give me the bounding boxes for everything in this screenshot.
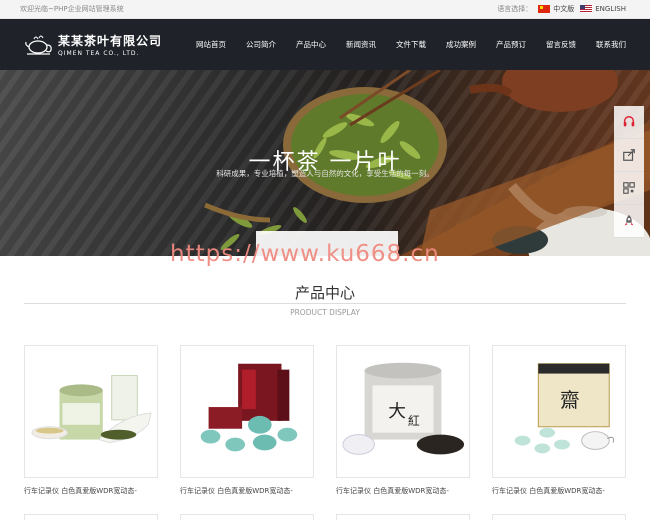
language-label: 语言选择： bbox=[497, 5, 533, 13]
top-bar: 欢迎光临~PHP企业网站管理系统 语言选择： 中文版 ENGLISH bbox=[0, 0, 650, 19]
welcome-text: 欢迎光临~PHP企业网站管理系统 bbox=[20, 5, 124, 13]
section-divider bbox=[24, 303, 626, 304]
brand-name-english: QIMEN TEA CO., LTD. bbox=[58, 50, 140, 57]
product-card[interactable]: 齋 行车记录仪 白色真爱版WDR宽动态- bbox=[492, 345, 626, 496]
nav-item-news[interactable]: 新闻资讯 bbox=[346, 39, 376, 50]
us-flag-icon bbox=[580, 5, 593, 13]
headset-icon bbox=[623, 116, 635, 127]
nav-item-products[interactable]: 产品中心 bbox=[296, 39, 326, 50]
language-chinese-label: 中文版 bbox=[553, 5, 575, 13]
nav-item-feedback[interactable]: 留言反馈 bbox=[546, 39, 576, 50]
language-english-link[interactable]: ENGLISH bbox=[580, 5, 626, 13]
product-caption[interactable]: 行车记录仪 白色真爱版WDR宽动态- bbox=[492, 486, 626, 496]
svg-text:齋: 齋 bbox=[560, 389, 580, 412]
nav-item-booking[interactable]: 产品预订 bbox=[496, 39, 526, 50]
back-to-top-button[interactable] bbox=[614, 205, 644, 238]
qrcode-icon bbox=[623, 182, 635, 194]
language-chinese-link[interactable]: 中文版 bbox=[538, 4, 574, 14]
product-caption[interactable]: 行车记录仪 白色真爱版WDR宽动态- bbox=[336, 486, 470, 496]
banner-subtitle: 科研成果，专业培植，塑造人与自然的文化，享受生活的每一刻。 bbox=[216, 169, 434, 178]
svg-text:紅: 紅 bbox=[408, 414, 420, 428]
section-subtitle: PRODUCT DISPLAY bbox=[290, 308, 360, 317]
language-switcher: 语言选择： 中文版 ENGLISH bbox=[497, 4, 626, 14]
nav-item-cases[interactable]: 成功案例 bbox=[446, 39, 476, 50]
floating-toolbar bbox=[614, 106, 644, 238]
nav-item-downloads[interactable]: 文件下载 bbox=[396, 39, 426, 50]
product-image[interactable] bbox=[180, 345, 314, 478]
teapot-logo-icon bbox=[25, 35, 52, 55]
next-product-row bbox=[24, 514, 626, 520]
nav-item-home[interactable]: 网站首页 bbox=[196, 39, 226, 50]
product-card[interactable]: 行车记录仪 白色真爱版WDR宽动态- bbox=[180, 345, 314, 496]
qrcode-button[interactable] bbox=[614, 172, 644, 205]
product-card[interactable]: 大 紅 行车记录仪 白色真爱版WDR宽动态- bbox=[336, 345, 470, 496]
watermark-text: https://www.ku668.cn bbox=[170, 241, 440, 267]
nav-item-about[interactable]: 公司简介 bbox=[246, 39, 276, 50]
product-card[interactable]: 行车记录仪 白色真爱版WDR宽动态- bbox=[24, 345, 158, 496]
customer-service-button[interactable] bbox=[614, 106, 644, 139]
main-navigation: 某某茶叶有限公司 QIMEN TEA CO., LTD. 网站首页 公司简介 产… bbox=[0, 19, 650, 70]
rocket-icon bbox=[624, 214, 634, 226]
product-grid: 行车记录仪 白色真爱版WDR宽动态- 行车记录仪 白色真爱版WDR宽动态- 大 … bbox=[24, 345, 626, 496]
product-image[interactable]: 齋 bbox=[492, 345, 626, 478]
brand-name-chinese: 某某茶叶有限公司 bbox=[58, 34, 163, 48]
product-image[interactable] bbox=[24, 345, 158, 478]
hero-banner: 一杯茶 一片叶 科研成果，专业培植，塑造人与自然的文化，享受生活的每一刻。 bbox=[0, 70, 650, 256]
share-button[interactable] bbox=[614, 139, 644, 172]
nav-menu: 网站首页 公司简介 产品中心 新闻资讯 文件下载 成功案例 产品预订 留言反馈 … bbox=[184, 39, 626, 50]
nav-item-contact[interactable]: 联系我们 bbox=[596, 39, 626, 50]
section-title: 产品中心 bbox=[294, 284, 355, 302]
product-caption[interactable]: 行车记录仪 白色真爱版WDR宽动态- bbox=[180, 486, 314, 496]
china-flag-icon bbox=[538, 5, 551, 13]
product-image[interactable]: 大 紅 bbox=[336, 345, 470, 478]
language-english-label: ENGLISH bbox=[595, 5, 626, 13]
svg-text:大: 大 bbox=[388, 401, 406, 422]
site-logo[interactable]: 某某茶叶有限公司 QIMEN TEA CO., LTD. bbox=[24, 32, 184, 57]
share-icon bbox=[623, 149, 635, 161]
product-caption[interactable]: 行车记录仪 白色真爱版WDR宽动态- bbox=[24, 486, 158, 496]
